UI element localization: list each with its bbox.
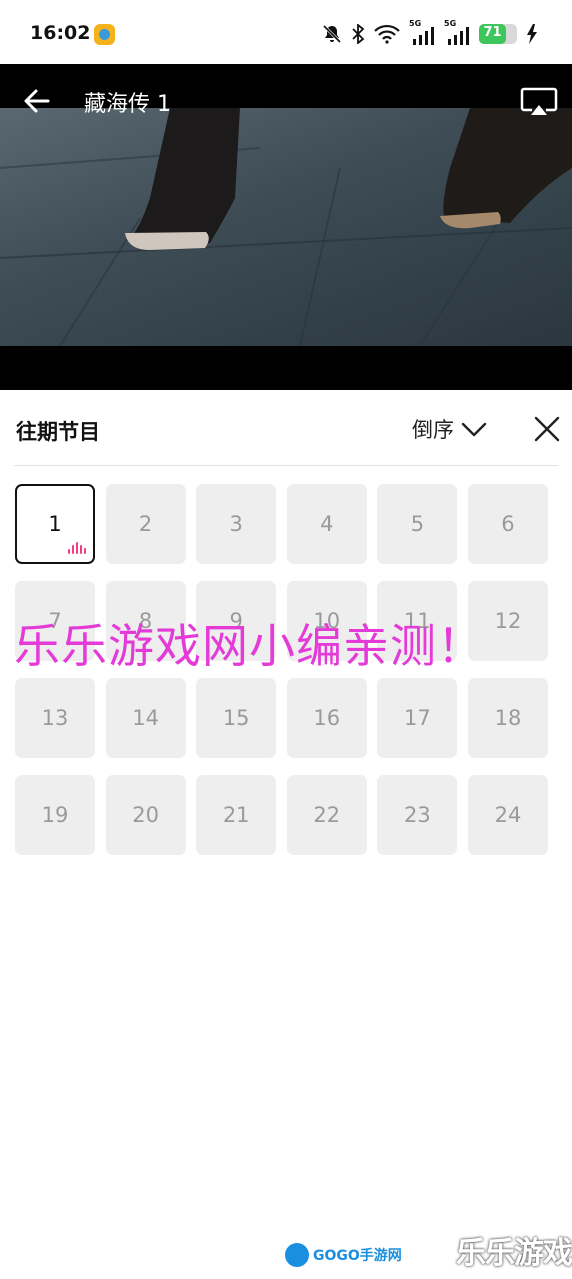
episode-number: 6: [501, 512, 515, 536]
video-frame[interactable]: [0, 108, 572, 346]
episode-item[interactable]: 10: [286, 581, 367, 661]
episode-item[interactable]: 19: [15, 775, 95, 855]
wifi-icon: [374, 24, 400, 44]
lele-logo: 乐乐游戏: [456, 1236, 572, 1271]
episode-item[interactable]: 13: [15, 678, 95, 758]
episode-item[interactable]: 3: [196, 484, 277, 564]
episode-item[interactable]: 6: [467, 484, 548, 564]
episode-item[interactable]: 17: [377, 678, 458, 758]
episode-number: 20: [132, 803, 159, 827]
episode-number: 14: [132, 706, 159, 730]
episode-number: 9: [229, 609, 243, 633]
episode-number: 8: [138, 609, 153, 633]
gogo-logo-icon: [285, 1243, 309, 1267]
signal-icon: 5G: [409, 19, 435, 45]
sort-button[interactable]: 倒序: [412, 412, 488, 446]
episode-number: 22: [313, 803, 341, 827]
episode-number: 7: [48, 609, 62, 633]
panel-title: 往期节目: [16, 420, 100, 444]
episode-number: 3: [229, 512, 243, 536]
episode-grid: 1 2 3 4 5 6 7 8 9 10 11 12 13 14 15 16 17 18 19 20 21 22 23 24: [15, 484, 548, 855]
episode-item[interactable]: 16: [286, 678, 367, 758]
episode-item[interactable]: 22: [286, 775, 367, 855]
now-playing-icon: [68, 542, 86, 554]
episode-item[interactable]: 9: [196, 581, 277, 661]
episode-item[interactable]: 18: [467, 678, 548, 758]
battery-level: 71: [483, 25, 502, 40]
status-time: 16:02: [30, 22, 91, 44]
episode-number: 5: [410, 512, 425, 536]
episode-item[interactable]: 24: [467, 775, 548, 855]
episode-item[interactable]: 12: [467, 581, 548, 661]
episode-item[interactable]: 5: [377, 484, 458, 564]
episode-number: 24: [494, 803, 522, 827]
episode-number: 19: [41, 803, 69, 827]
gogo-logo: GOGO手游网: [285, 1240, 402, 1270]
mute-icon: [322, 24, 342, 44]
episodes-panel-header: 往期节目 倒序: [14, 406, 560, 452]
battery-icon: 71: [479, 24, 517, 44]
player-title: 藏海传 1: [84, 92, 171, 117]
episode-number: 16: [313, 706, 341, 730]
episode-item[interactable]: 11: [377, 581, 458, 661]
episode-number: 11: [404, 609, 431, 633]
episode-number: 10: [313, 609, 341, 633]
episode-item[interactable]: 8: [105, 581, 186, 661]
charging-icon: [527, 24, 537, 44]
sort-label: 倒序: [412, 418, 454, 442]
chevron-down-icon: [461, 422, 487, 437]
episode-item[interactable]: 23: [377, 775, 458, 855]
episode-number: 1: [48, 512, 62, 536]
video-player[interactable]: 藏海传 1: [0, 64, 572, 390]
episode-number: 18: [494, 706, 522, 730]
episode-number: 21: [222, 803, 250, 827]
close-icon[interactable]: [532, 414, 562, 444]
episode-item[interactable]: 21: [196, 775, 277, 855]
episode-item[interactable]: 20: [105, 775, 186, 855]
episode-number: 23: [404, 803, 431, 827]
episode-number: 12: [494, 609, 522, 633]
episode-item[interactable]: 7: [15, 581, 95, 661]
divider: [14, 465, 558, 466]
status-icons: 5G 5G 71: [322, 19, 538, 46]
episode-item[interactable]: 14: [105, 678, 186, 758]
bluetooth-icon: [352, 24, 365, 44]
gogo-logo-text: GOGO手游网: [313, 1248, 402, 1264]
app-notification-icon: [94, 24, 115, 45]
episode-item[interactable]: 4: [286, 484, 367, 564]
episode-number: 15: [222, 706, 250, 730]
episode-item[interactable]: 2: [105, 484, 186, 564]
episode-number: 4: [320, 512, 334, 536]
episode-item[interactable]: 1: [15, 484, 95, 564]
episode-number: 13: [41, 706, 69, 730]
episode-item[interactable]: 15: [196, 678, 277, 758]
episode-number: 2: [138, 512, 153, 536]
signal-icon: 5G: [444, 19, 470, 45]
status-bar: 16:02 5G 5G 71: [0, 0, 572, 64]
episode-number: 17: [404, 706, 431, 730]
back-arrow-icon[interactable]: [22, 86, 52, 116]
cast-icon[interactable]: [520, 86, 558, 118]
